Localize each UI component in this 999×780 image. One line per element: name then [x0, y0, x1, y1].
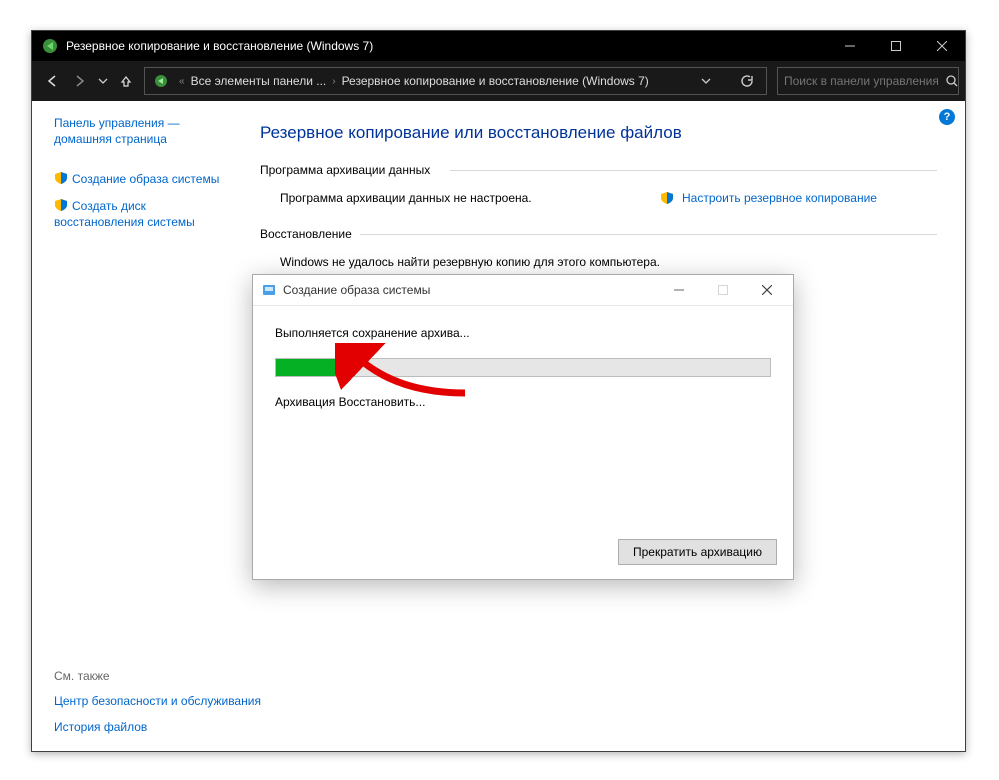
forward-button[interactable]: [68, 69, 92, 93]
see-also-heading: См. также: [54, 669, 261, 683]
system-image-dialog: Создание образа системы Выполняется сохр…: [252, 274, 794, 580]
app-icon: [42, 38, 58, 54]
up-button[interactable]: [114, 69, 138, 93]
dialog-minimize-button[interactable]: [657, 276, 701, 304]
dialog-title: Создание образа системы: [283, 283, 657, 297]
dialog-body: Выполняется сохранение архива... Архивац…: [253, 306, 793, 429]
link-label: Создать диск восстановления системы: [54, 199, 195, 229]
group-heading: Восстановление: [260, 227, 937, 241]
navbar: « Все элементы панели ... › Резервное ко…: [32, 61, 965, 101]
configure-backup-link[interactable]: Настроить резервное копирование: [660, 191, 877, 205]
shield-icon: [54, 198, 68, 212]
chevron-right-icon[interactable]: ›: [330, 76, 337, 87]
security-center-link[interactable]: Центр безопасности и обслуживания: [54, 693, 261, 709]
dialog-icon: [261, 282, 277, 298]
titlebar: Резервное копирование и восстановление (…: [32, 31, 965, 61]
page-title: Резервное копирование или восстановление…: [260, 123, 937, 143]
dialog-maximize-button: [701, 276, 745, 304]
restore-status-text: Windows не удалось найти резервную копию…: [260, 255, 937, 269]
back-button[interactable]: [40, 69, 64, 93]
dialog-close-button[interactable]: [745, 276, 789, 304]
recent-dropdown[interactable]: [96, 69, 110, 93]
link-label: Настроить резервное копирование: [682, 191, 877, 205]
search-box[interactable]: [777, 67, 959, 95]
breadcrumb-item[interactable]: Резервное копирование и восстановление (…: [338, 74, 653, 88]
progress-status-text: Выполняется сохранение архива...: [275, 326, 771, 340]
shield-icon: [54, 171, 68, 185]
stop-backup-button[interactable]: Прекратить архивацию: [618, 539, 777, 565]
sidebar: Панель управления — домашняя страница Со…: [32, 101, 232, 751]
minimize-button[interactable]: [827, 31, 873, 61]
address-dropdown-icon[interactable]: [692, 69, 720, 93]
window-title: Резервное копирование и восстановление (…: [66, 39, 827, 53]
group-heading: Программа архивации данных: [260, 163, 937, 177]
archive-status-text: Программа архивации данных не настроена.: [280, 191, 640, 205]
file-history-link[interactable]: История файлов: [54, 719, 261, 735]
restore-group: Восстановление Windows не удалось найти …: [260, 227, 937, 269]
maximize-button[interactable]: [873, 31, 919, 61]
refresh-icon[interactable]: [732, 69, 760, 93]
dialog-titlebar: Создание образа системы: [253, 275, 793, 306]
progress-fill: [276, 359, 355, 376]
address-bar[interactable]: « Все элементы панели ... › Резервное ко…: [144, 67, 767, 95]
shield-icon: [660, 191, 674, 205]
close-button[interactable]: [919, 31, 965, 61]
search-icon[interactable]: [945, 74, 959, 88]
progress-bar: [275, 358, 771, 377]
link-label: Создание образа системы: [72, 172, 219, 186]
see-also: См. также Центр безопасности и обслужива…: [54, 669, 261, 735]
location-icon: [151, 73, 171, 89]
control-panel-home-link[interactable]: Панель управления — домашняя страница: [54, 115, 222, 147]
search-input[interactable]: [778, 74, 945, 88]
create-system-image-link[interactable]: Создание образа системы: [54, 171, 222, 187]
breadcrumb-item[interactable]: Все элементы панели ...: [187, 74, 331, 88]
create-recovery-disk-link[interactable]: Создать диск восстановления системы: [54, 198, 222, 230]
chevron-right-icon: «: [177, 76, 187, 87]
progress-subtext: Архивация Восстановить...: [275, 395, 771, 409]
archive-group: Программа архивации данных Программа арх…: [260, 163, 937, 205]
